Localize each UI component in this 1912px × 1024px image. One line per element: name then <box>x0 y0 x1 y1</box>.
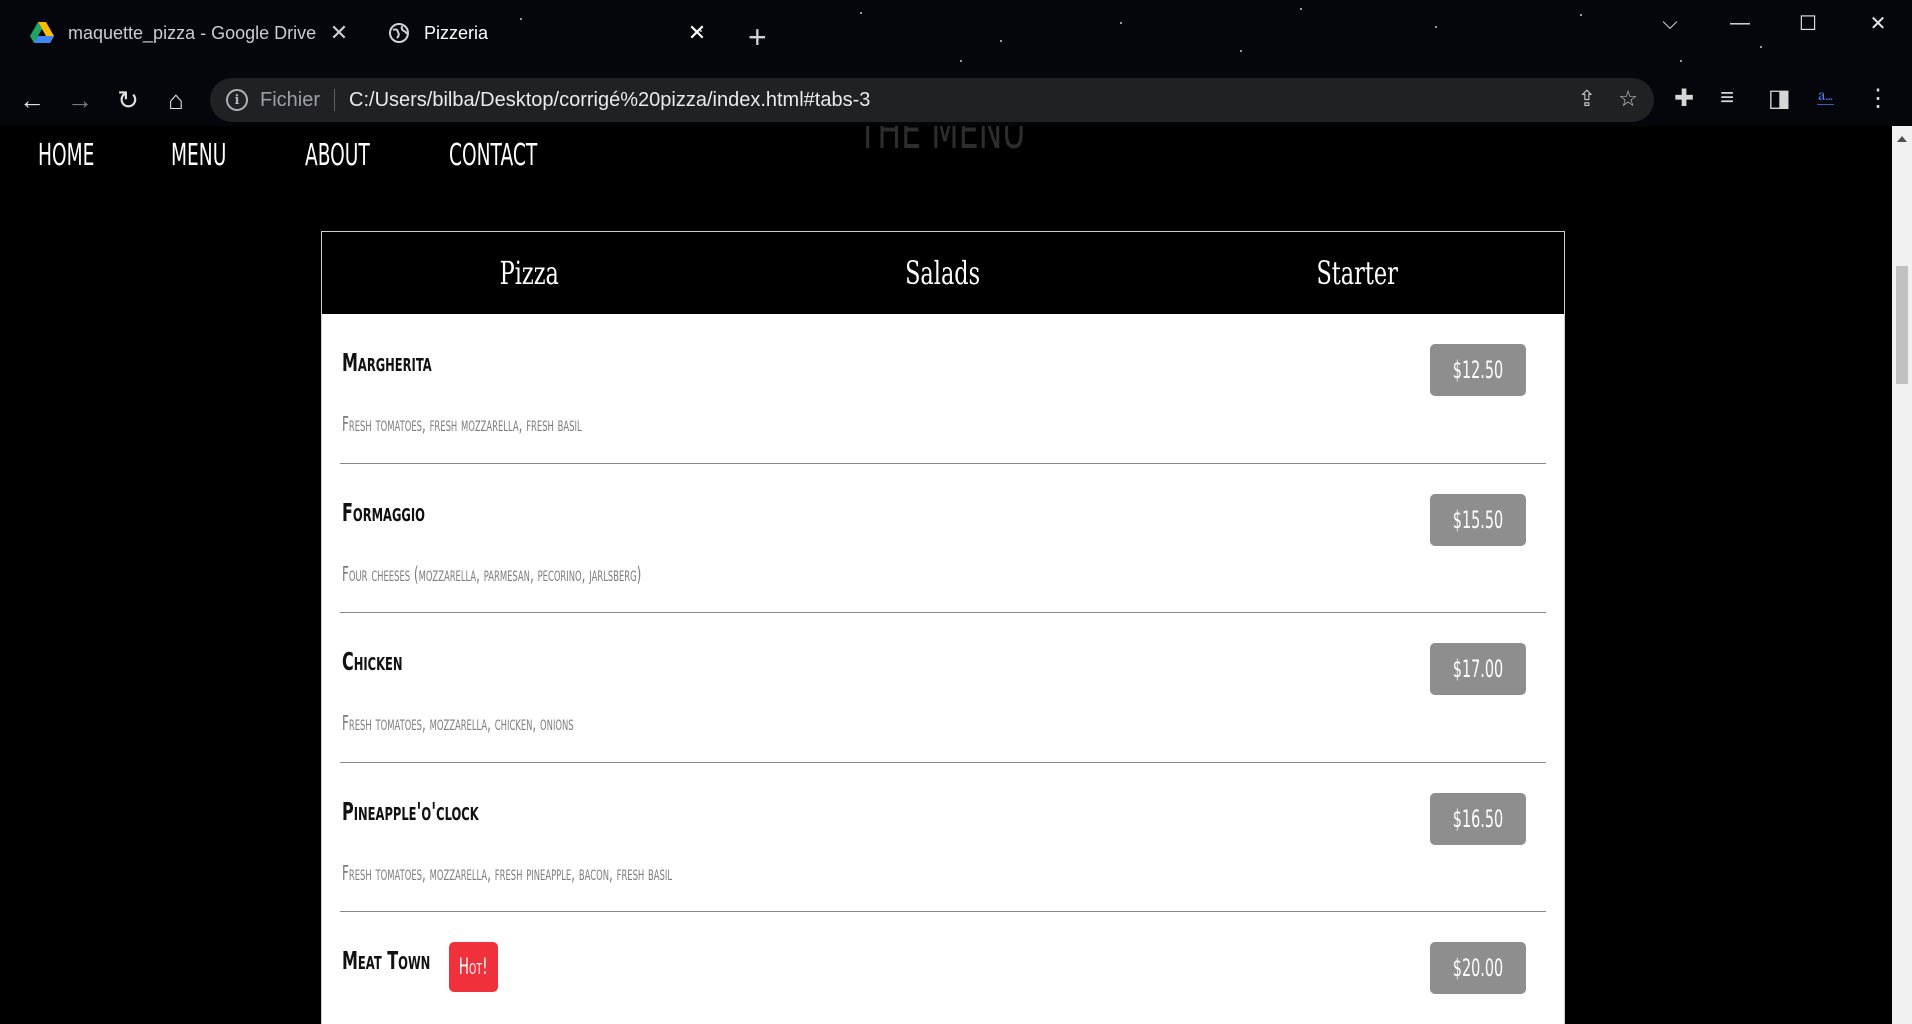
price-badge: $16.50 <box>1430 792 1526 845</box>
tab-label: Salads <box>905 254 981 292</box>
tab-search-chevron-icon[interactable]: ⌵ <box>1648 8 1692 38</box>
browser-toolbar: ← → ↻ ⌂ i Fichier C:/Users/bilba/Desktop… <box>0 74 1912 126</box>
hot-badge: Hot! <box>449 942 498 992</box>
price-badge: $17.00 <box>1430 643 1526 695</box>
tab-title: Pizzeria <box>424 22 489 43</box>
forward-arrow-icon[interactable]: → <box>62 82 98 118</box>
page-scrollbar[interactable] <box>1892 126 1912 1024</box>
divider <box>334 89 336 111</box>
tab-title: maquette_pizza - Google Drive <box>68 22 317 43</box>
menu-panel: Pizza Salads Starter Margherita Fresh to… <box>321 231 1565 1024</box>
item-name: Margherita <box>342 348 432 377</box>
scheme-label: Fichier <box>260 88 321 111</box>
new-tab-button[interactable]: + <box>748 21 767 53</box>
item-description: Fresh tomatoes, fresh mozzarella, fresh … <box>342 412 582 436</box>
menu-item: Chicken Fresh tomatoes, mozzarella, chic… <box>340 613 1546 763</box>
globe-icon <box>389 23 409 43</box>
scroll-up-arrow-icon[interactable] <box>1897 136 1907 142</box>
tab-pizzeria[interactable]: Pizzeria ✕ <box>374 10 724 56</box>
info-icon[interactable]: i <box>226 89 248 111</box>
price-value: $15.50 <box>1452 505 1504 534</box>
section-title: THE MENU <box>858 126 1026 160</box>
tab-google-drive[interactable]: maquette_pizza - Google Drive ✕ <box>16 10 366 56</box>
nav-about-link[interactable]: ABOUT <box>305 138 394 173</box>
reading-list-icon[interactable]: ≡ <box>1720 84 1734 112</box>
page-content: THE MENU HOME MENU ABOUT CONTACT Pizza S… <box>0 126 1892 1024</box>
home-icon[interactable]: ⌂ <box>158 82 194 118</box>
close-tab-icon[interactable]: ✕ <box>326 20 352 46</box>
nav-home-link[interactable]: HOME <box>38 138 120 173</box>
item-description: Fresh tomatoes, mozzarella, fresh pineap… <box>342 860 673 885</box>
item-name: Chicken <box>342 647 403 676</box>
google-drive-icon <box>30 22 54 43</box>
scrollbar-thumb[interactable] <box>1896 266 1908 384</box>
price-value: $16.50 <box>1452 804 1504 833</box>
price-badge: $15.50 <box>1430 493 1526 546</box>
menu-item: Formaggio Four cheeses (mozzarella, parm… <box>340 464 1546 613</box>
hot-label: Hot! <box>459 954 488 980</box>
maximize-icon[interactable]: ☐ <box>1786 8 1830 38</box>
price-value: $12.50 <box>1452 356 1504 384</box>
item-description: Four cheeses (mozzarella, parmesan, peco… <box>342 561 642 586</box>
nav-contact-link[interactable]: CONTACT <box>449 138 537 173</box>
price-badge: $12.50 <box>1430 344 1526 396</box>
item-name: Meat Town <box>342 946 431 975</box>
item-description: Fresh tomatoes, mozzarella, chicken, oni… <box>342 711 574 735</box>
item-name: Formaggio <box>342 497 425 527</box>
browser-chrome: maquette_pizza - Google Drive ✕ Pizzeria… <box>0 0 1912 126</box>
menu-tabs: Pizza Salads Starter <box>322 232 1564 314</box>
nav-menu-link[interactable]: MENU <box>171 138 254 173</box>
minimize-icon[interactable]: — <box>1718 8 1762 38</box>
menu-item: Margherita Fresh tomatoes, fresh mozzare… <box>340 314 1546 464</box>
profile-avatar-icon[interactable]: ⎁ <box>1816 84 1835 112</box>
close-window-icon[interactable]: ✕ <box>1856 8 1900 38</box>
star-bookmark-icon[interactable]: ☆ <box>1618 86 1638 112</box>
price-value: $17.00 <box>1452 655 1504 683</box>
back-arrow-icon[interactable]: ← <box>14 82 50 118</box>
tab-pizza[interactable]: Pizza <box>322 232 736 314</box>
site-nav: HOME MENU ABOUT CONTACT <box>38 138 569 173</box>
tab-label: Starter <box>1316 254 1398 292</box>
tab-label: Pizza <box>499 254 559 292</box>
price-badge: $20.00 <box>1430 942 1526 994</box>
menu-item: Pineapple'o'clock Fresh tomatoes, mozzar… <box>340 763 1546 912</box>
more-menu-icon[interactable]: ⋮ <box>1866 84 1890 113</box>
share-icon[interactable]: ⇪ <box>1578 86 1596 112</box>
side-panel-icon[interactable]: ◨ <box>1768 84 1791 113</box>
url-text[interactable]: C:/Users/bilba/Desktop/corrigé%20pizza/i… <box>349 89 870 112</box>
price-value: $20.00 <box>1452 954 1504 982</box>
item-name: Pineapple'o'clock <box>342 796 479 826</box>
menu-items: Margherita Fresh tomatoes, fresh mozzare… <box>322 314 1564 1024</box>
menu-item: Meat Town Hot! $20.00 <box>340 912 1546 1024</box>
reload-icon[interactable]: ↻ <box>110 82 146 118</box>
close-tab-icon[interactable]: ✕ <box>684 20 710 46</box>
tab-salads[interactable]: Salads <box>736 232 1150 314</box>
address-bar[interactable]: i Fichier C:/Users/bilba/Desktop/corrigé… <box>210 78 1654 122</box>
extensions-icon[interactable]: ✚ <box>1674 84 1694 113</box>
tab-starter[interactable]: Starter <box>1150 232 1564 314</box>
